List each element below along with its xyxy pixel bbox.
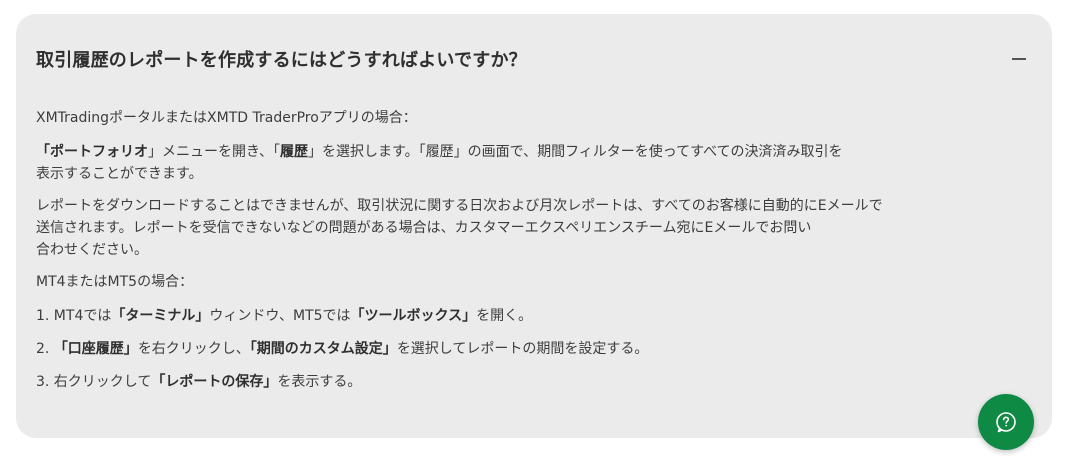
portfolio-paragraph: 「ポートフォリオ」メニューを開き、「履歴」を選択します。「履歴」の画面で、期間フ… (36, 141, 1026, 185)
report-email-paragraph: レポートをダウンロードすることはできませんが、取引状況に関する日次および月次レポ… (36, 195, 1026, 261)
step-text: 2. (36, 341, 54, 357)
step-3: 3. 右クリックして「レポートの保存」を表示する。 (36, 371, 1026, 393)
custom-period-label: 「期間のカスタム設定」 (249, 341, 397, 357)
faq-card: 取引履歴のレポートを作成するにはどうすればよいですか？ XMTradingポータ… (16, 14, 1052, 438)
step-text: を選択してレポートの期間を設定する。 (396, 341, 649, 357)
step-2: 2. 「口座履歴」を右クリックし、「期間のカスタム設定」を選択してレポートの期間… (36, 338, 1026, 360)
step-1: 1. MT4では「ターミナル」ウィンドウ、MT5では「ツールボックス」を開く。 (36, 305, 1026, 327)
minus-icon (1012, 58, 1026, 60)
text-segment: 表示することができます。 (36, 166, 203, 182)
step-text: を表示する。 (277, 374, 362, 390)
text-segment: 」メニューを開き、「 (148, 144, 281, 160)
chat-help-icon (996, 412, 1016, 433)
bracket-open: 「 (36, 144, 50, 160)
step-text: を開く。 (476, 308, 533, 324)
faq-header[interactable]: 取引履歴のレポートを作成するにはどうすればよいですか？ (36, 46, 1032, 76)
save-report-label: 「レポートの保存」 (151, 374, 278, 390)
text-line: 送信されます。レポートを受信できないなどの問題がある場合は、カスタマーエクスペリ… (36, 220, 812, 236)
faq-question[interactable]: 取引履歴のレポートを作成するにはどうすればよいですか？ (36, 46, 527, 72)
mt-intro-text: MT4またはMT5の場合： (36, 274, 194, 290)
portfolio-menu-label: ポートフォリオ (50, 144, 148, 160)
collapse-toggle-button[interactable] (1010, 46, 1030, 70)
terminal-label: 「ターミナル」 (111, 308, 210, 324)
step-text: 3. 右クリックして (36, 374, 152, 390)
step-text: 1. MT4では (36, 308, 112, 324)
history-label: 履歴 (280, 144, 309, 160)
text-line: 合わせください。 (36, 242, 148, 258)
faq-answer: XMTradingポータルまたはXMTD TraderProアプリの場合： 「ポ… (36, 107, 1026, 404)
step-text: ウィンドウ、MT5では (209, 308, 351, 324)
text-line: レポートをダウンロードすることはできませんが、取引状況に関する日次および月次レポ… (36, 198, 883, 214)
step-text: を右クリックし、 (137, 341, 250, 357)
xm-intro-text: XMTradingポータルまたはXMTD TraderProアプリの場合： (36, 110, 417, 126)
text-segment: 」を選択します。「履歴」の画面で、期間フィルターを使ってすべての決済済み取引を (308, 144, 843, 160)
account-history-label: 「口座履歴」 (53, 341, 138, 357)
toolbox-label: 「ツールボックス」 (350, 308, 477, 324)
chat-help-button[interactable] (978, 394, 1034, 450)
